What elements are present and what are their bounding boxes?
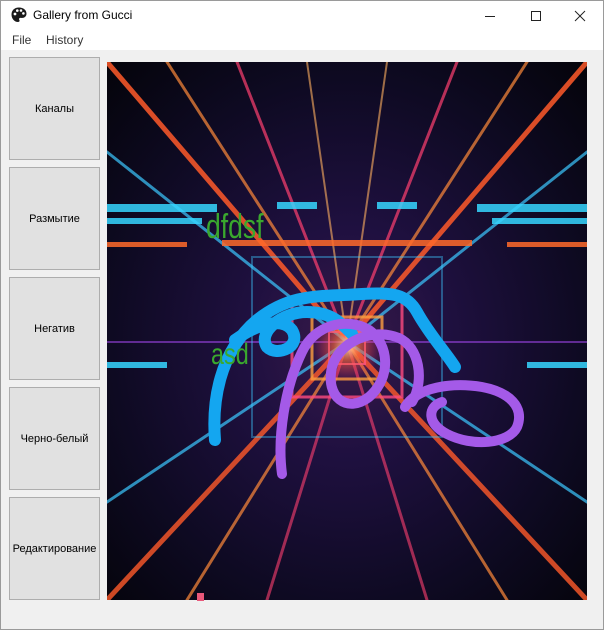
- palette-icon: [11, 7, 27, 22]
- blur-button[interactable]: Размытие: [9, 167, 100, 270]
- edit-button[interactable]: Редактирование: [9, 497, 100, 600]
- menu-history[interactable]: History: [46, 33, 83, 47]
- title-bar[interactable]: Gallery from Gucci: [1, 1, 603, 30]
- maximize-icon: [531, 10, 541, 21]
- canvas-text-asd: asd: [211, 337, 249, 370]
- close-button[interactable]: [557, 1, 603, 30]
- negative-button[interactable]: Негатив: [9, 277, 100, 380]
- tool-sidebar: Каналы Размытие Негатив Черно-белый Реда…: [9, 57, 100, 600]
- app-window: Gallery from Gucci File History Каналы Р…: [0, 0, 604, 630]
- minimize-icon: [485, 15, 495, 17]
- menu-file[interactable]: File: [12, 33, 31, 47]
- image-canvas[interactable]: dfdsf asd: [107, 62, 587, 600]
- maximize-button[interactable]: [513, 1, 559, 30]
- neon-tunnel-image: dfdsf asd: [107, 62, 587, 600]
- black-white-button[interactable]: Черно-белый: [9, 387, 100, 490]
- minimize-button[interactable]: [467, 1, 513, 30]
- menu-bar: File History: [1, 30, 603, 50]
- close-icon: [574, 10, 586, 21]
- window-title: Gallery from Gucci: [33, 8, 133, 22]
- channels-button[interactable]: Каналы: [9, 57, 100, 160]
- canvas-text-dfdsf: dfdsf: [206, 208, 264, 246]
- scroll-indicator[interactable]: [197, 593, 204, 601]
